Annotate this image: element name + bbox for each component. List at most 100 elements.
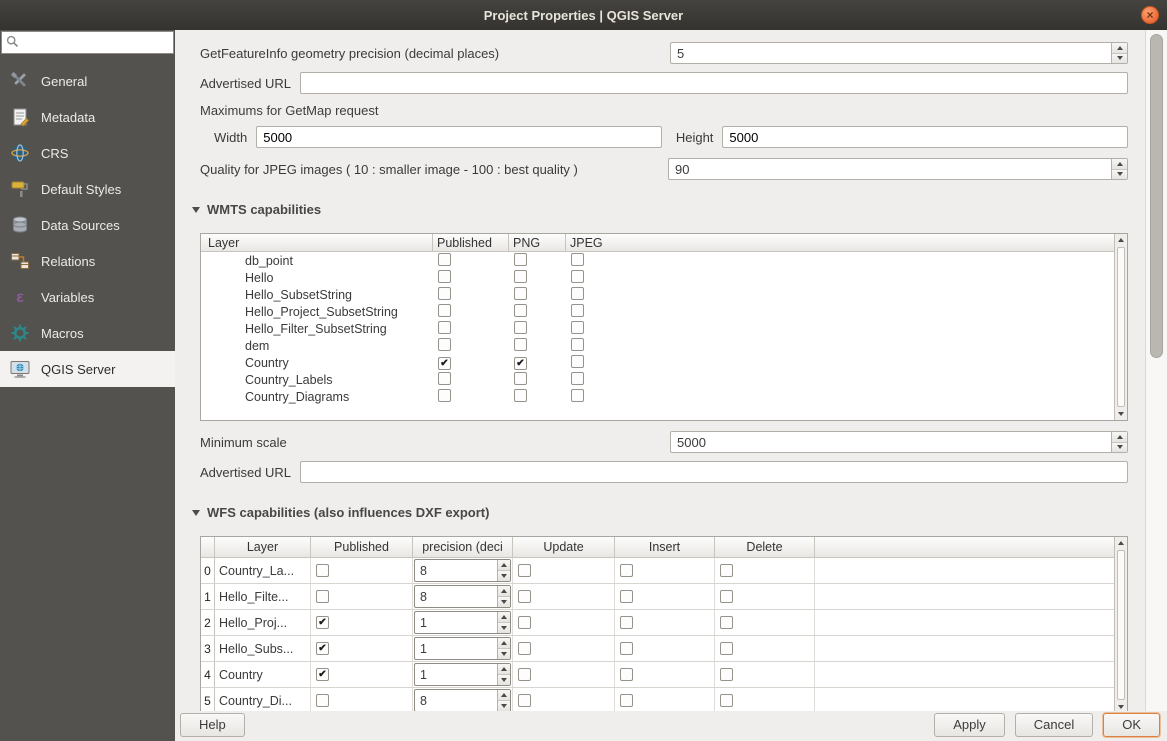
wfs-precision-spinbox[interactable]: 1 <box>414 663 511 686</box>
wmts-jpeg-checkbox[interactable] <box>571 389 584 402</box>
wmts-png-checkbox[interactable]: ✔ <box>514 357 527 370</box>
sidebar-item-variables[interactable]: ε Variables <box>0 279 175 315</box>
wfs-published-checkbox[interactable]: ✔ <box>316 642 329 655</box>
wfs-update-checkbox[interactable] <box>518 564 531 577</box>
spin-up-button[interactable] <box>498 560 510 571</box>
wfs-update-checkbox[interactable] <box>518 694 531 707</box>
wmts-col-png[interactable]: PNG <box>509 234 566 251</box>
wmts-png-checkbox[interactable] <box>514 287 527 300</box>
help-button[interactable]: Help <box>180 713 245 737</box>
spin-down-button[interactable] <box>498 623 510 633</box>
height-input[interactable] <box>722 126 1128 148</box>
wmts-scrollbar-thumb[interactable] <box>1117 247 1125 407</box>
sidebar-searchbox[interactable] <box>1 31 174 54</box>
wfs-delete-checkbox[interactable] <box>720 668 733 681</box>
wfs-precision-spinbox[interactable]: 1 <box>414 611 511 634</box>
sidebar-item-general[interactable]: General <box>0 63 175 99</box>
wfs-published-checkbox[interactable] <box>316 564 329 577</box>
wmts-jpeg-checkbox[interactable] <box>571 321 584 334</box>
wmts-published-checkbox[interactable] <box>438 338 451 351</box>
spin-up-button[interactable] <box>498 690 510 701</box>
wfs-col-delete[interactable]: Delete <box>715 537 815 557</box>
wmts-published-checkbox[interactable] <box>438 270 451 283</box>
apply-button[interactable]: Apply <box>934 713 1005 737</box>
spin-up-button[interactable] <box>498 612 510 623</box>
jpeg-quality-spinbox[interactable]: 90 <box>668 158 1128 180</box>
spin-up-button[interactable] <box>498 638 510 649</box>
wmts-published-checkbox[interactable] <box>438 304 451 317</box>
wmts-section-header[interactable]: WMTS capabilities <box>192 202 1128 217</box>
wfs-update-checkbox[interactable] <box>518 590 531 603</box>
spin-up-button[interactable] <box>1112 432 1127 443</box>
scroll-up-icon[interactable] <box>1115 537 1127 549</box>
wfs-precision-spinbox[interactable]: 8 <box>414 559 511 582</box>
scroll-down-icon[interactable] <box>1115 408 1127 420</box>
scroll-down-icon[interactable] <box>1115 701 1127 711</box>
wmts-jpeg-checkbox[interactable] <box>571 372 584 385</box>
sidebar-item-qgis-server[interactable]: QGIS Server <box>0 351 175 387</box>
wmts-scrollbar[interactable] <box>1114 234 1127 420</box>
wfs-update-checkbox[interactable] <box>518 642 531 655</box>
wmts-published-checkbox[interactable] <box>438 389 451 402</box>
spin-down-button[interactable] <box>498 649 510 659</box>
wmts-published-checkbox[interactable]: ✔ <box>438 357 451 370</box>
ok-button[interactable]: OK <box>1103 713 1160 737</box>
wmts-png-checkbox[interactable] <box>514 321 527 334</box>
wfs-published-checkbox[interactable] <box>316 694 329 707</box>
wmts-published-checkbox[interactable] <box>438 321 451 334</box>
close-button[interactable]: × <box>1141 6 1159 24</box>
wfs-delete-checkbox[interactable] <box>720 590 733 603</box>
wfs-col-published[interactable]: Published <box>311 537 413 557</box>
wfs-update-checkbox[interactable] <box>518 668 531 681</box>
minimum-scale-spinbox[interactable]: 5000 <box>670 431 1128 453</box>
wfs-delete-checkbox[interactable] <box>720 694 733 707</box>
wmts-jpeg-checkbox[interactable] <box>571 253 584 266</box>
sidebar-item-default-styles[interactable]: Default Styles <box>0 171 175 207</box>
wmts-published-checkbox[interactable] <box>438 287 451 300</box>
getfeatureinfo-spinbox[interactable]: 5 <box>670 42 1128 64</box>
wmts-jpeg-checkbox[interactable] <box>571 338 584 351</box>
wmts-jpeg-checkbox[interactable] <box>571 304 584 317</box>
titlebar[interactable]: Project Properties | QGIS Server × <box>0 0 1167 30</box>
sidebar-item-relations[interactable]: Relations <box>0 243 175 279</box>
wfs-published-checkbox[interactable]: ✔ <box>316 616 329 629</box>
wmts-published-checkbox[interactable] <box>438 372 451 385</box>
wfs-scrollbar[interactable] <box>1114 537 1127 711</box>
wfs-precision-spinbox[interactable]: 8 <box>414 585 511 608</box>
sidebar-item-macros[interactable]: Macros <box>0 315 175 351</box>
spin-up-button[interactable] <box>498 586 510 597</box>
wmts-png-checkbox[interactable] <box>514 372 527 385</box>
wfs-delete-checkbox[interactable] <box>720 616 733 629</box>
wfs-delete-checkbox[interactable] <box>720 642 733 655</box>
wmts-png-checkbox[interactable] <box>514 304 527 317</box>
spin-down-button[interactable] <box>498 571 510 581</box>
main-scrollbar[interactable] <box>1145 30 1167 711</box>
advertised-url-input[interactable] <box>300 72 1128 94</box>
scroll-up-icon[interactable] <box>1115 234 1127 246</box>
wfs-insert-checkbox[interactable] <box>620 564 633 577</box>
wfs-scrollbar-thumb[interactable] <box>1117 550 1125 700</box>
spin-down-button[interactable] <box>1112 54 1127 64</box>
spin-up-button[interactable] <box>1112 43 1127 54</box>
search-input[interactable] <box>23 36 173 50</box>
wfs-section-header[interactable]: WFS capabilities (also influences DXF ex… <box>192 505 1128 520</box>
wfs-published-checkbox[interactable]: ✔ <box>316 668 329 681</box>
wfs-delete-checkbox[interactable] <box>720 564 733 577</box>
wfs-insert-checkbox[interactable] <box>620 668 633 681</box>
sidebar-item-metadata[interactable]: Metadata <box>0 99 175 135</box>
wfs-published-checkbox[interactable] <box>316 590 329 603</box>
sidebar-item-data-sources[interactable]: Data Sources <box>0 207 175 243</box>
wmts-jpeg-checkbox[interactable] <box>571 287 584 300</box>
wfs-col-update[interactable]: Update <box>513 537 615 557</box>
wfs-precision-spinbox[interactable]: 1 <box>414 637 511 660</box>
wmts-col-published[interactable]: Published <box>433 234 509 251</box>
wmts-col-layer[interactable]: Layer <box>201 234 433 251</box>
wmts-png-checkbox[interactable] <box>514 338 527 351</box>
wmts-jpeg-checkbox[interactable] <box>571 355 584 368</box>
wmts-col-jpeg[interactable]: JPEG <box>566 234 1114 251</box>
wmts-png-checkbox[interactable] <box>514 270 527 283</box>
spin-up-button[interactable] <box>498 664 510 675</box>
wmts-published-checkbox[interactable] <box>438 253 451 266</box>
wfs-update-checkbox[interactable] <box>518 616 531 629</box>
wfs-insert-checkbox[interactable] <box>620 616 633 629</box>
